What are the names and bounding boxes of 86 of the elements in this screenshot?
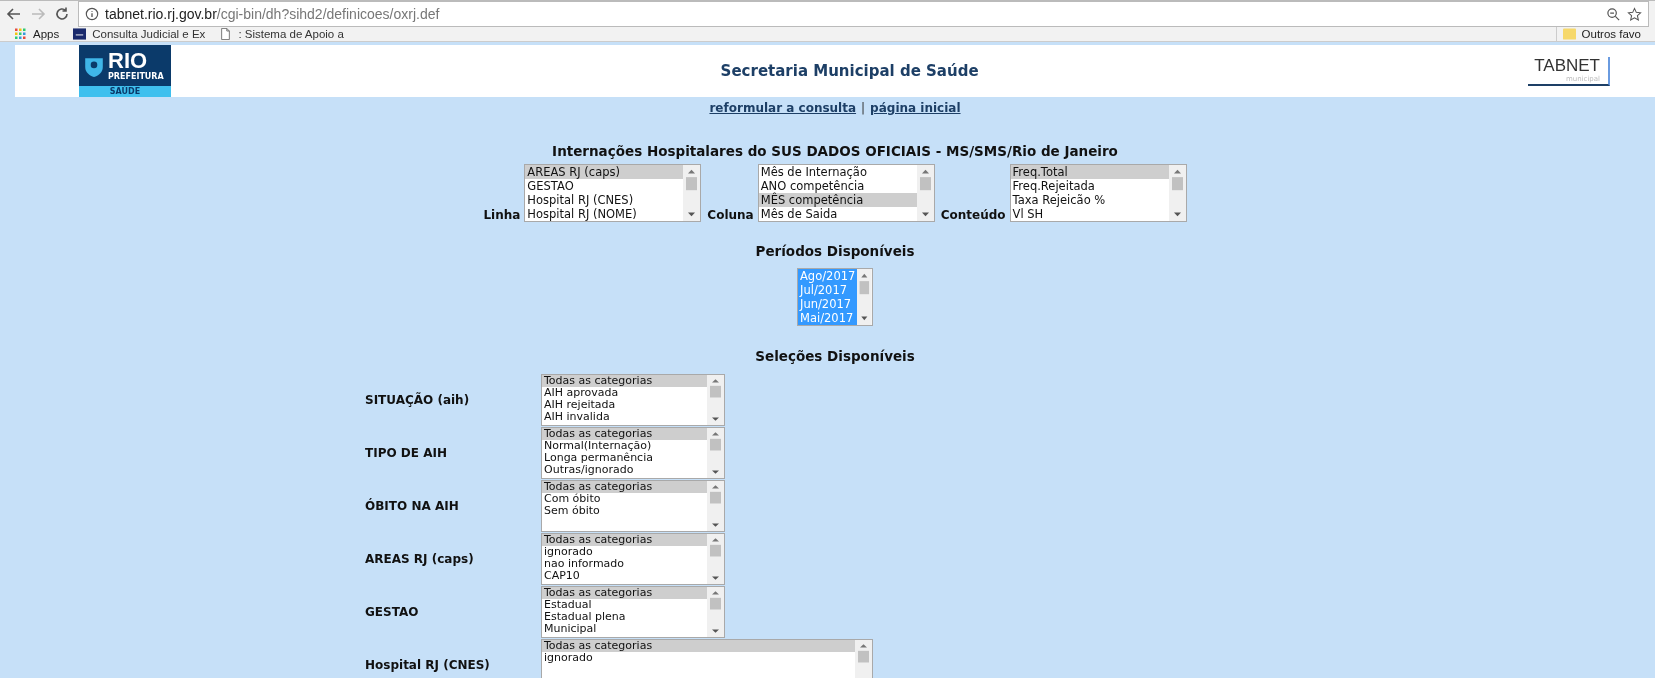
zoom-icon[interactable]	[1606, 6, 1621, 22]
list-option[interactable]: Freq.Rejeitada	[1010, 179, 1169, 193]
list-option[interactable]: Estadual plena	[542, 611, 707, 623]
list-option[interactable]: ignorado	[542, 546, 707, 558]
list-option[interactable]: Mês de Internação	[758, 165, 917, 179]
bookmark-link[interactable]: Consulta Judicial e Ex	[92, 28, 206, 40]
list-option[interactable]: nao informado	[542, 558, 707, 570]
field-label: Linha	[483, 208, 521, 222]
page-icon[interactable]	[219, 28, 233, 40]
list-box[interactable]: AREAS RJ (caps) GESTAO Hospital RJ (CNES) Hospital RJ (NOME)	[524, 164, 702, 222]
list-box[interactable]: Todas as categorias Com óbito Sem óbito	[541, 480, 725, 532]
list-option[interactable]: Hospital RJ (NOME)	[525, 207, 684, 221]
list-option[interactable]: CAP10	[542, 570, 707, 582]
list-option[interactable]: Municipal	[542, 623, 707, 635]
list-option[interactable]: Longa permanência	[542, 452, 707, 464]
list-option[interactable]: Freq.Total	[1010, 165, 1169, 179]
field-label: TIPO DE AIH	[365, 446, 448, 460]
scrollbar-drawing[interactable]	[707, 375, 724, 425]
list-option[interactable]: AIH rejeitada	[542, 399, 707, 411]
list-option[interactable]: GESTAO	[525, 179, 684, 193]
list-option[interactable]: AREAS RJ (caps)	[525, 165, 684, 179]
list-option[interactable]: AIH aprovada	[542, 387, 707, 399]
list-option[interactable]: Com óbito	[542, 493, 707, 505]
page-title: Secretaria Municipal de Saúde	[719, 62, 980, 80]
field-label: AREAS RJ (caps)	[365, 552, 475, 566]
list-option[interactable]: Taxa Rejeicão %	[1010, 193, 1169, 207]
scrollbar-drawing[interactable]	[683, 165, 701, 221]
section-title: Seleções Disponíveis	[755, 348, 915, 364]
bookmark-folder[interactable]: Outros favo	[1581, 28, 1641, 40]
list-option[interactable]: Todas as categorias	[542, 534, 707, 546]
logo-subtitle: PREFEITURA	[108, 72, 164, 81]
scrollbar-drawing[interactable]	[855, 640, 872, 678]
list-option[interactable]: AIH invalida	[542, 411, 707, 423]
list-box[interactable]: Todas as categorias ignorado nao informado CAP10	[541, 533, 725, 585]
field-label: GESTAO	[365, 605, 420, 619]
list-box[interactable]: Mês de Internação ANO competência MÊS competência Mês de Saida	[757, 164, 935, 222]
list-box[interactable]: Todas as categorias ignorado	[541, 639, 873, 678]
field-label: Conteúdo	[940, 208, 1006, 222]
list-box[interactable]: Todas as categorias Estadual Estadual plena Municipal	[541, 586, 725, 638]
info-icon[interactable]	[85, 7, 99, 21]
star-icon[interactable]	[1627, 6, 1642, 22]
nav-link[interactable]: reformular a consulta	[709, 101, 857, 115]
logo-band: SAÚDE	[79, 86, 171, 97]
scrollbar-drawing[interactable]	[857, 269, 872, 325]
field-label: Hospital RJ (CNES)	[365, 658, 491, 672]
back-arrow-icon[interactable]	[6, 6, 22, 22]
bookmark-link[interactable]: Apps	[33, 28, 60, 40]
reload-icon[interactable]	[54, 6, 70, 22]
list-option[interactable]: Vl SH	[1010, 207, 1169, 221]
list-option[interactable]: Todas as categorias	[542, 640, 855, 652]
scrollbar-drawing[interactable]	[916, 165, 934, 221]
section-title: Períodos Disponíveis	[755, 243, 915, 259]
list-option[interactable]: ANO competência	[758, 179, 917, 193]
section-title: Internações Hospitalares do SUS DADOS OFICIAIS - MS/SMS/Rio de Janeiro	[552, 143, 1118, 159]
nav-link[interactable]: página inicial	[870, 101, 961, 115]
field-label: Coluna	[707, 208, 754, 222]
link-separator: |	[861, 101, 866, 115]
list-box[interactable]: Freq.Total Freq.Rejeitada Taxa Rejeicão % Vl SH	[1009, 164, 1187, 222]
list-option[interactable]: Hospital RJ (CNES)	[525, 193, 684, 207]
scrollbar-drawing[interactable]	[707, 587, 724, 637]
list-option[interactable]: Mês de Saida	[758, 207, 917, 221]
scrollbar-drawing[interactable]	[1168, 165, 1186, 221]
apps-grid-icon[interactable]	[14, 28, 27, 40]
list-option[interactable]: Sem óbito	[542, 505, 707, 517]
list-option[interactable]: Todas as categorias	[542, 375, 707, 387]
list-box[interactable]: Todas as categorias AIH aprovada AIH rejeitada AIH invalida	[541, 374, 725, 426]
list-option[interactable]: Estadual	[542, 599, 707, 611]
field-label: ÓBITO NA AIH	[365, 499, 460, 513]
list-option[interactable]: Todas as categorias	[542, 481, 707, 493]
list-box[interactable]: Todas as categorias Normal(Internação) Longa permanência Outras/ignorado	[541, 427, 725, 479]
site-favicon-icon[interactable]	[73, 28, 87, 40]
scrollbar-drawing[interactable]	[707, 481, 724, 531]
list-option[interactable]: MÊS competência	[758, 193, 917, 207]
address-bar[interactable]: tabnet.rio.rj.gov.br/cgi-bin/dh?sihd2/definicoes/oxrj.def	[78, 1, 1649, 27]
bookmark-link[interactable]: : Sistema de Apoio a	[238, 28, 344, 40]
list-option[interactable]: Outras/ignorado	[542, 464, 707, 476]
logo-title: TABNET	[1534, 56, 1600, 75]
list-option[interactable]: Normal(Internação)	[542, 440, 707, 452]
forward-arrow-icon[interactable]	[30, 6, 46, 22]
scrollbar-drawing[interactable]	[707, 534, 724, 584]
field-label: SITUAÇÃO (aih)	[365, 393, 471, 407]
list-option[interactable]: Todas as categorias	[542, 428, 707, 440]
scrollbar-drawing[interactable]	[707, 428, 724, 478]
list-option[interactable]: Todas as categorias	[542, 587, 707, 599]
logo-title: RIO	[108, 50, 148, 72]
list-option[interactable]: ignorado	[542, 652, 855, 664]
